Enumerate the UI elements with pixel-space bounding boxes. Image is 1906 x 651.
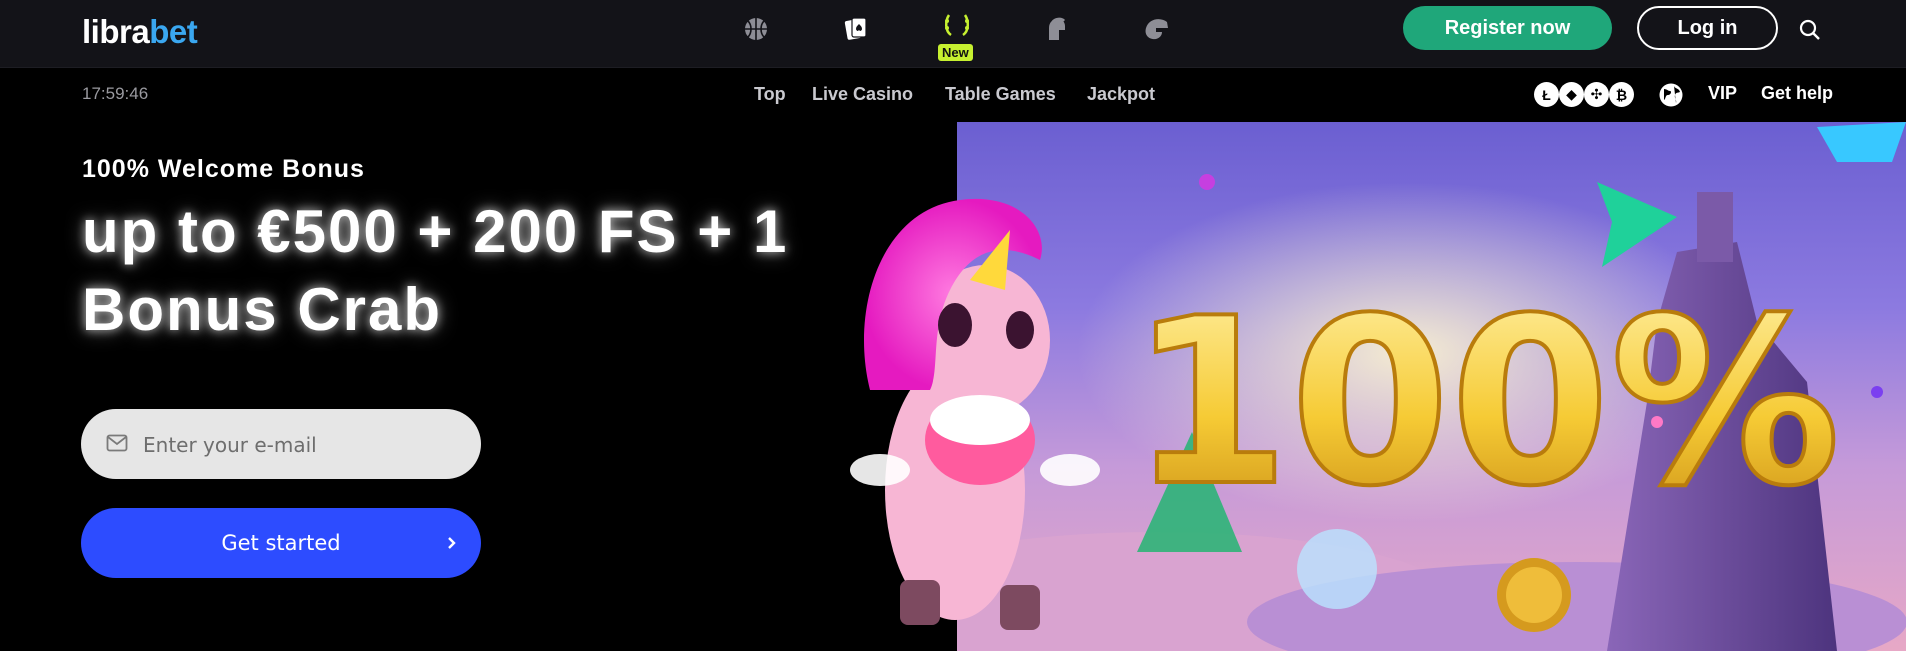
chevron-right-icon bbox=[445, 533, 459, 553]
bonus-headline: up to €500 + 200 FS + 1 Bonus Crab bbox=[82, 198, 789, 343]
register-button[interactable]: Register now bbox=[1403, 6, 1612, 50]
litecoin-icon: Ł bbox=[1534, 82, 1559, 107]
laurel-icon[interactable] bbox=[942, 10, 972, 40]
vip-link[interactable]: VIP bbox=[1708, 83, 1737, 104]
nav-jackpot[interactable]: Jackpot bbox=[1087, 84, 1155, 105]
spartan-helmet-icon[interactable] bbox=[1042, 14, 1072, 44]
banner-artwork bbox=[957, 122, 1906, 651]
get-started-label: Get started bbox=[221, 531, 341, 555]
logo-text-left: libra bbox=[82, 13, 150, 50]
email-input[interactable] bbox=[141, 409, 465, 481]
ethereum-icon: ◆ bbox=[1559, 82, 1584, 107]
search-icon[interactable] bbox=[1798, 18, 1822, 42]
racing-icon[interactable] bbox=[1142, 14, 1172, 44]
globe-icon[interactable] bbox=[1658, 82, 1684, 108]
ripple-icon: ✣ bbox=[1584, 82, 1609, 107]
bonus-subtitle: 100% Welcome Bonus bbox=[82, 155, 365, 183]
bitcoin-icon: ₿ bbox=[1609, 82, 1634, 107]
promo-banner bbox=[957, 122, 1906, 651]
cards-icon[interactable] bbox=[841, 14, 871, 44]
top-bar: librabet New Register now Log in bbox=[0, 0, 1906, 68]
clock: 17:59:46 bbox=[82, 84, 149, 103]
get-started-button[interactable]: Get started bbox=[81, 508, 481, 578]
mail-icon bbox=[106, 434, 128, 454]
new-badge: New bbox=[938, 44, 973, 61]
basketball-icon[interactable] bbox=[741, 14, 771, 44]
login-button[interactable]: Log in bbox=[1637, 6, 1778, 50]
nav-live-casino[interactable]: Live Casino bbox=[812, 84, 913, 105]
nav-top[interactable]: Top bbox=[754, 84, 786, 105]
logo[interactable]: librabet bbox=[82, 12, 198, 52]
logo-text-right: bet bbox=[149, 13, 198, 50]
email-field-container[interactable] bbox=[81, 409, 481, 481]
nav-table-games[interactable]: Table Games bbox=[945, 84, 1056, 105]
get-help-link[interactable]: Get help bbox=[1761, 83, 1833, 104]
